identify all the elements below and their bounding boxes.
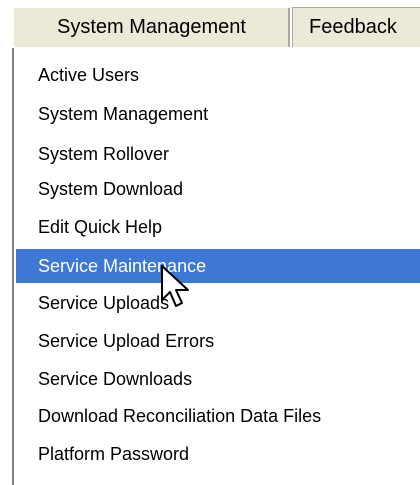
menu-item-active-users[interactable]: Active Users xyxy=(16,58,420,92)
menu-item-service-maintenance[interactable]: Service Maintenance xyxy=(16,249,420,283)
menu-item-label: Service Downloads xyxy=(38,368,193,389)
menu-item-service-downloads[interactable]: Service Downloads xyxy=(16,362,420,396)
menu-feedback[interactable]: Feedback xyxy=(292,7,420,47)
menu-item-edit-quick-help[interactable]: Edit Quick Help xyxy=(16,210,420,244)
menu-item-system-management[interactable]: System Management xyxy=(16,97,420,131)
menu-item-label: Platform Password xyxy=(38,443,190,464)
menu-label: Feedback xyxy=(309,16,397,38)
left-margin xyxy=(0,0,12,485)
menu-item-label: Service Uploads xyxy=(38,292,170,313)
menu-item-label: System Rollover xyxy=(38,143,170,164)
menu-item-label: Service Upload Errors xyxy=(38,330,215,351)
menu-bar: System Management Feedback xyxy=(0,0,420,48)
menu-item-label: System Management xyxy=(38,103,209,124)
menu-item-label: System Download xyxy=(38,178,184,199)
menu-label: System Management xyxy=(57,16,246,38)
system-management-dropdown: Active Users System Management System Ro… xyxy=(12,48,420,485)
menu-item-label: Active Users xyxy=(38,64,140,85)
menu-item-service-uploads[interactable]: Service Uploads xyxy=(16,286,420,320)
menu-item-system-rollover[interactable]: System Rollover xyxy=(16,137,420,171)
menu-item-download-reconciliation-data-files[interactable]: Download Reconciliation Data Files xyxy=(16,399,420,433)
menu-item-label: Download Reconciliation Data Files xyxy=(38,405,322,426)
menu-system-management[interactable]: System Management xyxy=(13,7,290,47)
menu-item-system-download[interactable]: System Download xyxy=(16,172,420,206)
menu-item-label: Edit Quick Help xyxy=(38,216,163,237)
menu-item-service-upload-errors[interactable]: Service Upload Errors xyxy=(16,324,420,358)
menu-item-platform-password[interactable]: Platform Password xyxy=(16,437,420,471)
menu-item-label: Service Maintenance xyxy=(38,255,207,276)
